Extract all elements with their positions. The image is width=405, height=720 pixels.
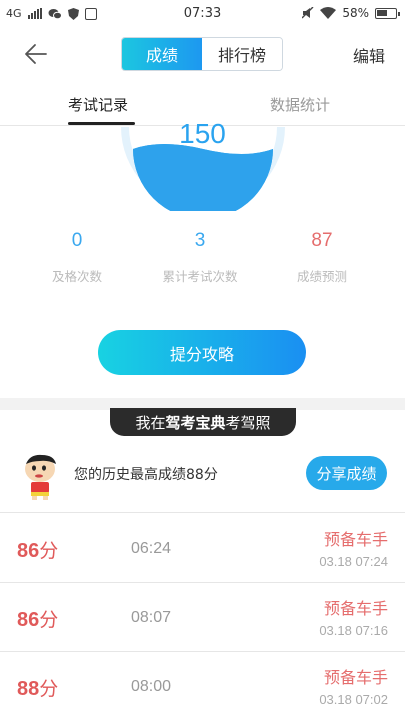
record-duration: 08:00 bbox=[131, 678, 172, 695]
back-arrow-icon[interactable] bbox=[22, 40, 50, 68]
stat-value: 0 bbox=[71, 230, 83, 251]
record-title: 预备车手 bbox=[323, 530, 388, 549]
record-time: 03.18 07:24 bbox=[319, 554, 388, 569]
segment-ranking[interactable]: 排行榜 bbox=[202, 38, 282, 70]
stat-value: 3 bbox=[194, 230, 206, 251]
best-score-text: 您的历史最高成绩88分 bbox=[74, 467, 218, 483]
wifi-icon bbox=[320, 7, 337, 19]
record-score: 86分 bbox=[17, 609, 59, 631]
stat-value: 87 bbox=[311, 230, 333, 251]
record-title: 预备车手 bbox=[323, 599, 388, 618]
record-time: 03.18 07:02 bbox=[319, 692, 388, 707]
stat-total-exams: 3 累计考试次数 bbox=[140, 230, 260, 285]
stats-row: 0 及格次数 3 累计考试次数 87 成绩预测 bbox=[0, 230, 405, 290]
edit-button[interactable]: 编辑 bbox=[353, 43, 385, 67]
share-score-button[interactable]: 分享成绩 bbox=[306, 456, 387, 490]
best-score-row: 您的历史最高成绩88分 分享成绩 bbox=[0, 440, 405, 513]
battery-percent: 58% bbox=[342, 6, 369, 20]
app-header: 成绩 排行榜 编辑 bbox=[0, 28, 405, 80]
segment-control: 成绩 排行榜 bbox=[121, 37, 283, 71]
record-title: 预备车手 bbox=[323, 668, 388, 687]
stat-label: 累计考试次数 bbox=[162, 269, 238, 284]
status-bar: 4G 07:33 58% bbox=[0, 0, 405, 28]
brand-banner: 我在 驾考宝典 考驾照 bbox=[110, 408, 296, 436]
record-score: 86分 bbox=[17, 540, 59, 562]
mute-icon bbox=[302, 7, 314, 19]
stat-label: 成绩预测 bbox=[296, 269, 347, 284]
improve-strategy-button[interactable]: 提分攻略 bbox=[98, 330, 306, 375]
record-duration: 06:24 bbox=[131, 540, 172, 557]
record-row[interactable]: 86分 06:24 预备车手 03.18 07:24 bbox=[0, 514, 405, 583]
stat-score-prediction: 87 成绩预测 bbox=[262, 230, 382, 285]
banner-prefix: 我在 bbox=[135, 413, 166, 432]
battery-icon bbox=[375, 7, 400, 19]
stat-pass-count: 0 及格次数 bbox=[17, 230, 137, 285]
score-value: 150 bbox=[179, 118, 226, 149]
banner-suffix: 考驾照 bbox=[225, 413, 271, 432]
record-duration: 08:07 bbox=[131, 609, 172, 626]
stat-label: 及格次数 bbox=[51, 269, 102, 284]
record-row[interactable]: 88分 08:00 预备车手 03.18 07:02 bbox=[0, 652, 405, 720]
tab-data-statistics[interactable]: 数据统计 bbox=[270, 94, 330, 115]
status-right: 58% bbox=[302, 6, 400, 20]
segment-score[interactable]: 成绩 bbox=[122, 38, 202, 70]
exam-record-list: 86分 06:24 预备车手 03.18 07:24 86分 08:07 预备车… bbox=[0, 514, 405, 720]
avatar bbox=[25, 454, 56, 500]
record-time: 03.18 07:16 bbox=[319, 623, 388, 638]
tab-exam-records[interactable]: 考试记录 bbox=[68, 94, 128, 115]
record-row[interactable]: 86分 08:07 预备车手 03.18 07:16 bbox=[0, 583, 405, 652]
banner-brand: 驾考宝典 bbox=[165, 413, 226, 432]
record-score: 88分 bbox=[17, 678, 59, 700]
